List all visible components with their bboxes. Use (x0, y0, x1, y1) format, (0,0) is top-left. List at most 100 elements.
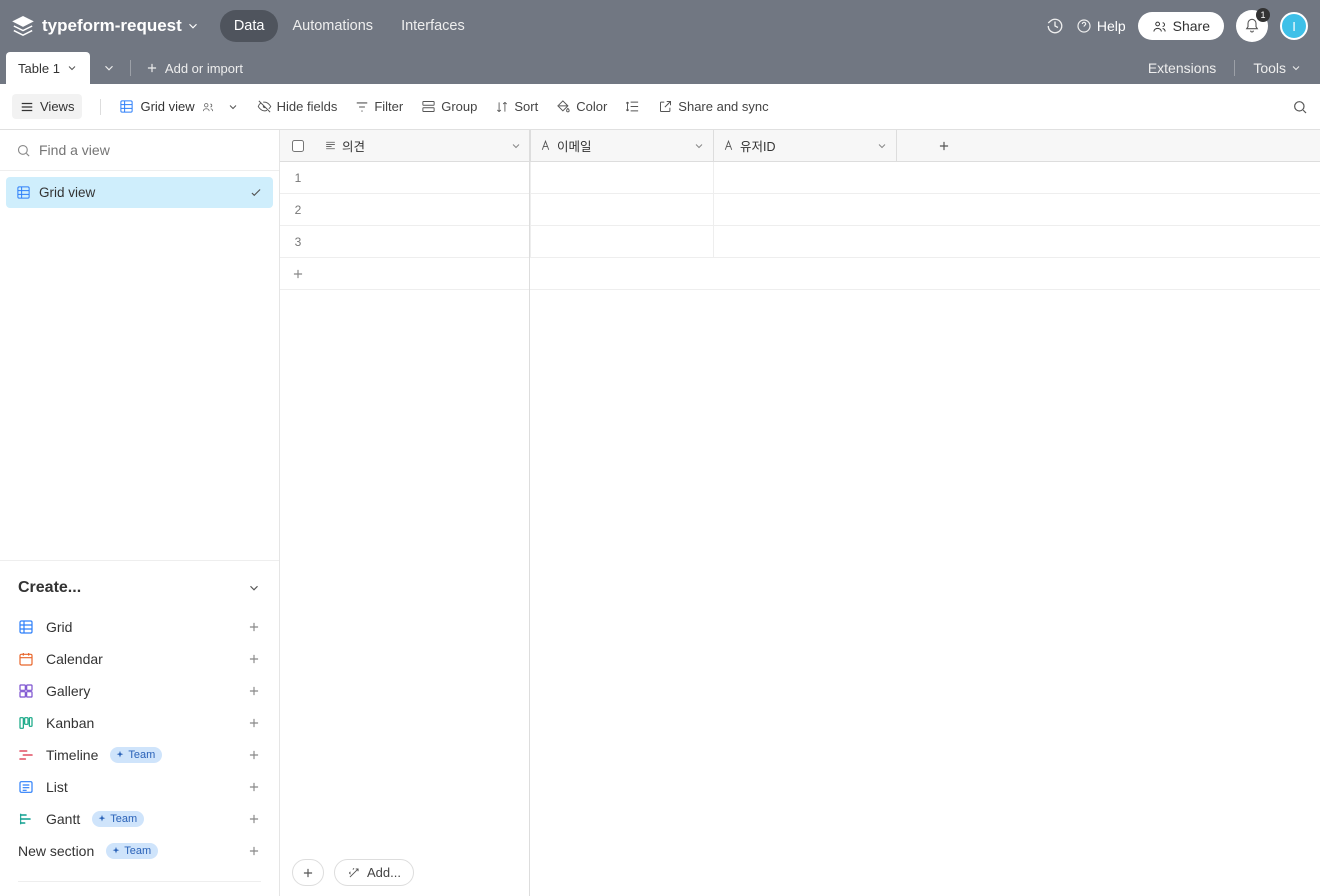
create-timeline[interactable]: Timeline Team (18, 739, 261, 771)
table-tab[interactable]: Table 1 (6, 52, 90, 84)
chevron-down-icon[interactable] (510, 140, 522, 152)
table-row[interactable]: 1 (280, 162, 1320, 194)
share-sync-button[interactable]: Share and sync (658, 99, 768, 114)
search-button[interactable] (1292, 99, 1308, 115)
calendar-icon (18, 651, 34, 667)
create-new-section-label: New section (18, 843, 94, 859)
column-header-userid[interactable]: 유저ID (713, 130, 896, 161)
help-label: Help (1097, 18, 1126, 34)
plus-icon[interactable] (247, 684, 261, 698)
plus-icon[interactable] (247, 716, 261, 730)
find-view-search[interactable] (0, 130, 279, 171)
plus-icon[interactable] (247, 620, 261, 634)
group-button[interactable]: Group (421, 99, 477, 114)
nav-automations[interactable]: Automations (278, 10, 387, 42)
cell[interactable] (530, 162, 713, 193)
row-height-button[interactable] (625, 99, 640, 114)
plus-icon (937, 139, 951, 153)
divider (18, 881, 261, 882)
history-button[interactable] (1046, 17, 1064, 35)
cell[interactable] (713, 194, 896, 225)
select-all-checkbox[interactable] (280, 130, 316, 161)
user-avatar[interactable]: I (1280, 12, 1308, 40)
search-icon (1292, 99, 1308, 115)
plus-icon (291, 267, 305, 281)
divider (1234, 60, 1235, 76)
add-record-button[interactable] (292, 859, 324, 886)
sort-label: Sort (514, 99, 538, 114)
cell[interactable] (316, 162, 530, 193)
create-new-section[interactable]: New section Team (18, 835, 261, 867)
cell[interactable] (530, 194, 713, 225)
cell[interactable] (316, 226, 530, 257)
filter-icon (355, 100, 369, 114)
hide-fields-button[interactable]: Hide fields (257, 99, 338, 114)
column-header-email[interactable]: 이메일 (530, 130, 713, 161)
table-row[interactable]: 2 (280, 194, 1320, 226)
chevron-down-icon[interactable] (876, 140, 888, 152)
create-grid-label: Grid (46, 619, 72, 635)
cell[interactable] (713, 226, 896, 257)
project-title[interactable]: typeform-request (42, 16, 182, 36)
row-number: 1 (280, 162, 316, 193)
create-list[interactable]: List (18, 771, 261, 803)
plus-icon[interactable] (247, 844, 261, 858)
cell[interactable] (316, 194, 530, 225)
grid-icon (16, 185, 31, 200)
create-timeline-label: Timeline (46, 747, 98, 763)
table-row[interactable]: 3 (280, 226, 1320, 258)
grid-view-label: Grid view (140, 99, 194, 114)
column-label: 이메일 (557, 136, 592, 155)
cell[interactable] (713, 162, 896, 193)
add-or-import-button[interactable]: Add or import (145, 61, 243, 76)
find-view-input[interactable] (39, 142, 263, 158)
group-label: Group (441, 99, 477, 114)
create-gantt-label: Gantt (46, 811, 80, 827)
team-badge: Team (106, 843, 158, 859)
sort-button[interactable]: Sort (495, 99, 538, 114)
share-button[interactable]: Share (1138, 12, 1224, 40)
plus-icon[interactable] (247, 780, 261, 794)
create-grid[interactable]: Grid (18, 611, 261, 643)
create-calendar-label: Calendar (46, 651, 103, 667)
create-gantt[interactable]: Gantt Team (18, 803, 261, 835)
long-text-icon (324, 139, 337, 152)
sparkle-icon (111, 846, 121, 856)
cell[interactable] (530, 226, 713, 257)
create-gallery[interactable]: Gallery (18, 675, 261, 707)
column-header-opinion[interactable]: 의견 (316, 130, 530, 161)
chevron-down-icon[interactable] (102, 61, 116, 75)
external-icon (658, 99, 673, 114)
nav-interfaces[interactable]: Interfaces (387, 10, 479, 42)
add-row-button[interactable] (280, 258, 1320, 290)
plus-icon[interactable] (247, 652, 261, 666)
column-label: 의견 (342, 136, 365, 155)
chevron-down-icon[interactable] (693, 140, 705, 152)
create-section-header[interactable]: Create... (18, 571, 261, 611)
plus-icon (301, 866, 315, 880)
nav-data[interactable]: Data (220, 10, 279, 42)
sidebar-view-grid[interactable]: Grid view (6, 177, 273, 208)
color-button[interactable]: Color (556, 99, 607, 114)
notifications-button[interactable]: 1 (1236, 10, 1268, 42)
create-calendar[interactable]: Calendar (18, 643, 261, 675)
tools-button[interactable]: Tools (1253, 60, 1302, 76)
create-kanban-label: Kanban (46, 715, 94, 731)
brand-logo-icon (12, 15, 34, 37)
plus-icon[interactable] (247, 812, 261, 826)
help-button[interactable]: Help (1076, 18, 1126, 34)
extensions-button[interactable]: Extensions (1148, 60, 1216, 76)
add-menu-label: Add... (367, 865, 401, 880)
chevron-down-icon (247, 581, 261, 595)
add-menu-button[interactable]: Add... (334, 859, 414, 886)
current-view-button[interactable]: Grid view (119, 99, 238, 114)
views-toggle-button[interactable]: Views (12, 94, 82, 119)
plus-icon[interactable] (247, 748, 261, 762)
create-kanban[interactable]: Kanban (18, 707, 261, 739)
filter-button[interactable]: Filter (355, 99, 403, 114)
chevron-down-icon[interactable] (227, 101, 239, 113)
project-chevron-icon[interactable] (186, 19, 200, 33)
add-column-button[interactable] (896, 130, 991, 161)
hide-fields-label: Hide fields (277, 99, 338, 114)
table-tab-label: Table 1 (18, 61, 60, 76)
